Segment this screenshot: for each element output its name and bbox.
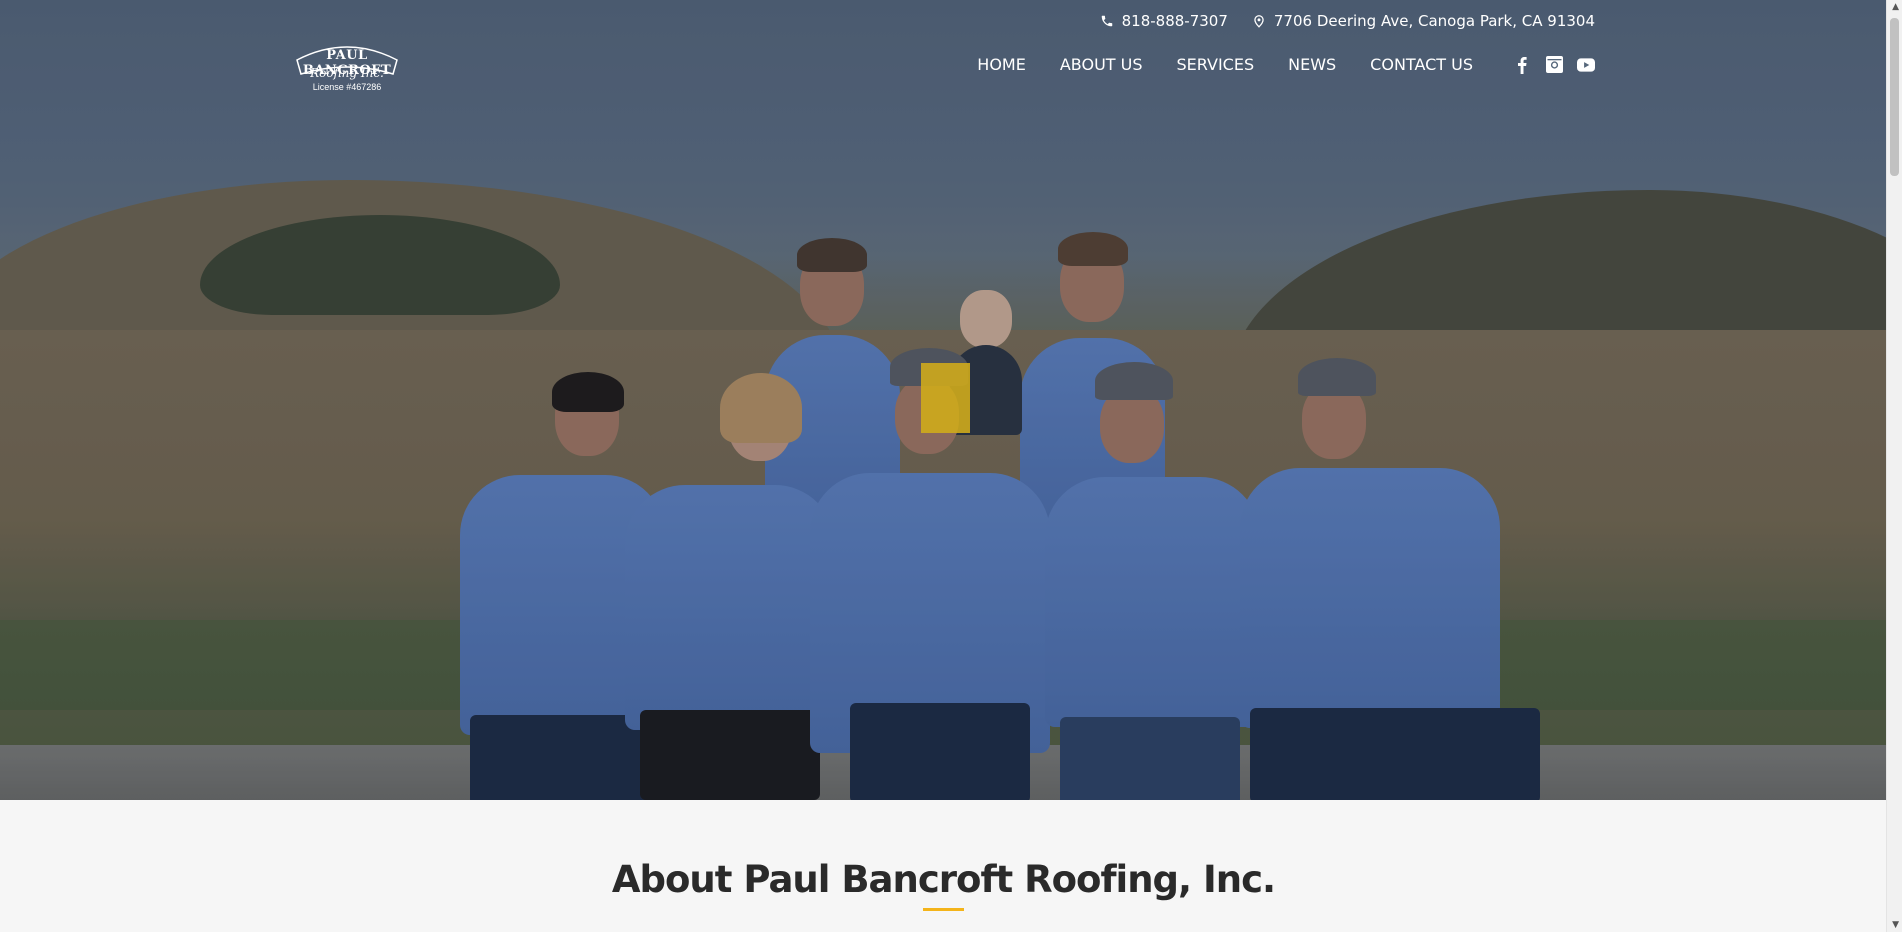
location-pin-icon: [1254, 15, 1264, 28]
phone-icon: [1101, 15, 1112, 27]
nav-services[interactable]: SERVICES: [1177, 55, 1255, 74]
nav-contact-us[interactable]: CONTACT US: [1370, 55, 1473, 74]
nav-home[interactable]: HOME: [977, 55, 1026, 74]
hero-overlay: [0, 0, 1887, 800]
scroll-up-arrow-icon[interactable]: ▲: [1892, 2, 1899, 12]
youtube-icon[interactable]: [1577, 56, 1595, 74]
nav-news[interactable]: NEWS: [1288, 55, 1336, 74]
main-nav: HOME ABOUT US SERVICES NEWS CONTACT US: [977, 55, 1595, 74]
about-heading: About Paul Bancroft Roofing, Inc.: [611, 858, 1276, 901]
logo-license: License #467286: [312, 82, 382, 92]
scroll-down-arrow-icon[interactable]: ▼: [1892, 920, 1899, 930]
scrollbar[interactable]: ▲ ▼: [1886, 0, 1902, 932]
about-section: About Paul Bancroft Roofing, Inc.: [0, 800, 1887, 932]
site-logo[interactable]: PAUL BANCROFT Roofing Inc. License #4672…: [293, 38, 401, 96]
hero-image: [0, 0, 1887, 800]
address-text: 7706 Deering Ave, Canoga Park, CA 91304: [1273, 12, 1595, 30]
phone-link[interactable]: 818-888-7307: [1100, 12, 1228, 30]
nav-about-us[interactable]: ABOUT US: [1060, 55, 1143, 74]
address-link[interactable]: 7706 Deering Ave, Canoga Park, CA 91304: [1252, 12, 1595, 30]
phone-number: 818-888-7307: [1121, 12, 1228, 30]
social-links: [1513, 56, 1595, 74]
scrollbar-thumb[interactable]: [1890, 18, 1899, 176]
facebook-icon[interactable]: [1513, 56, 1531, 74]
logo-subtitle: Roofing Inc.: [310, 66, 384, 80]
heading-underline: [923, 908, 964, 911]
instagram-icon[interactable]: [1545, 56, 1563, 74]
contact-bar: 818-888-7307 7706 Deering Ave, Canoga Pa…: [1100, 12, 1595, 30]
